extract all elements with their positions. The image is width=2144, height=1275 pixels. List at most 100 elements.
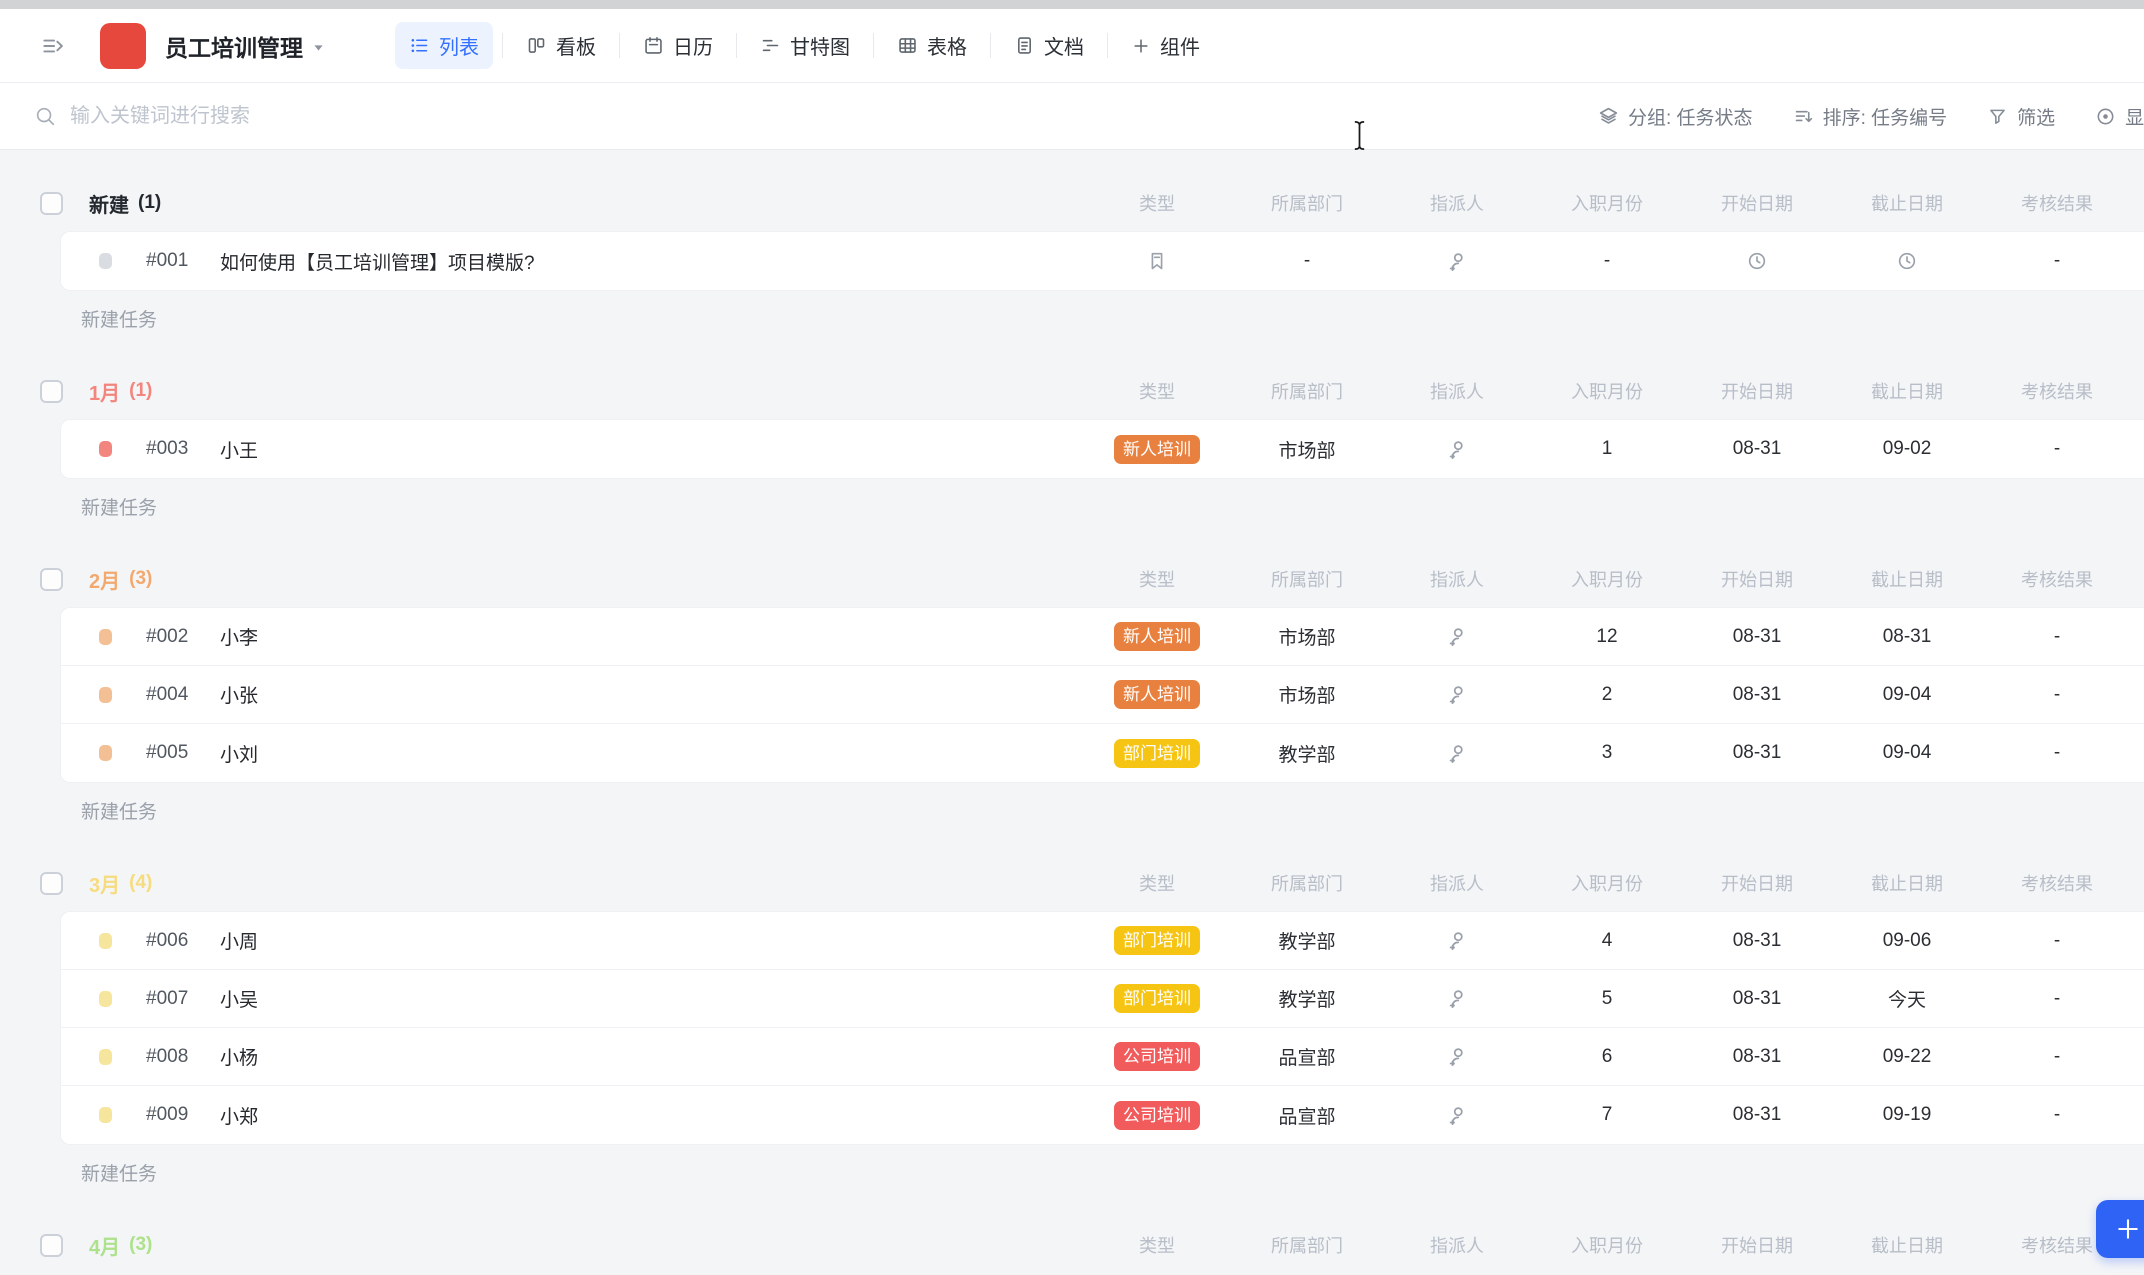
due-date-cell[interactable]: 09-04: [1832, 680, 1982, 709]
month-cell[interactable]: 2: [1532, 680, 1682, 709]
result-cell[interactable]: -: [1982, 622, 2132, 651]
due-date-cell[interactable]: 今天: [1832, 984, 1982, 1013]
view-controls: 分组: 任务状态 排序: 任务编号 筛选 显示: [1598, 83, 2144, 149]
task-title: 小周: [220, 927, 1082, 954]
department-cell[interactable]: 品宣部: [1232, 1101, 1382, 1130]
type-cell[interactable]: 新人培训: [1082, 680, 1232, 709]
type-cell[interactable]: 公司培训: [1082, 1042, 1232, 1071]
department-cell[interactable]: 教学部: [1232, 739, 1382, 768]
start-date-cell[interactable]: 08-31: [1682, 680, 1832, 709]
month-cell[interactable]: 7: [1532, 1101, 1682, 1130]
result-cell[interactable]: -: [1982, 250, 2132, 273]
department-cell[interactable]: 市场部: [1232, 622, 1382, 651]
type-cell[interactable]: 新人培训: [1082, 622, 1232, 651]
task-row[interactable]: #003 小王 新人培训市场部108-3109-02-: [61, 420, 2144, 478]
start-date-cell[interactable]: 08-31: [1682, 622, 1832, 651]
start-date-cell[interactable]: [1682, 250, 1832, 273]
result-cell[interactable]: -: [1982, 1042, 2132, 1071]
due-date-cell[interactable]: 09-19: [1832, 1101, 1982, 1130]
assignee-cell[interactable]: [1382, 622, 1532, 651]
month-cell[interactable]: 4: [1532, 926, 1682, 955]
status-dot: [99, 441, 112, 457]
type-cell[interactable]: 部门培训: [1082, 926, 1232, 955]
collapse-group-button[interactable]: [40, 872, 63, 895]
task-row[interactable]: #009 小郑 公司培训品宣部708-3109-19-: [61, 1086, 2144, 1144]
due-date-cell[interactable]: 08-31: [1832, 622, 1982, 651]
assignee-cell[interactable]: [1382, 250, 1532, 273]
due-date-cell[interactable]: 09-22: [1832, 1042, 1982, 1071]
due-date-cell[interactable]: 09-02: [1832, 435, 1982, 464]
task-id: #004: [146, 684, 204, 706]
task-row[interactable]: #005 小刘 部门培训教学部308-3109-04-: [61, 724, 2144, 782]
assignee-cell[interactable]: [1382, 1042, 1532, 1071]
collapse-group-button[interactable]: [40, 192, 63, 215]
result-cell[interactable]: -: [1982, 984, 2132, 1013]
assignee-cell[interactable]: [1382, 680, 1532, 709]
assignee-cell[interactable]: [1382, 739, 1532, 768]
due-date-cell[interactable]: 09-04: [1832, 739, 1982, 768]
task-row[interactable]: #007 小吴 部门培训教学部508-31今天-: [61, 970, 2144, 1028]
task-row[interactable]: #006 小周 部门培训教学部408-3109-06-: [61, 912, 2144, 970]
department-cell[interactable]: 教学部: [1232, 984, 1382, 1013]
month-cell[interactable]: -: [1532, 250, 1682, 273]
group-by-control[interactable]: 分组: 任务状态: [1598, 103, 1753, 130]
start-date-cell[interactable]: 08-31: [1682, 984, 1832, 1013]
collapse-group-button[interactable]: [40, 568, 63, 591]
department-cell[interactable]: -: [1232, 250, 1382, 273]
type-cell[interactable]: 新人培训: [1082, 435, 1232, 464]
task-row[interactable]: #001 如何使用【员工培训管理】项目模版? ---: [61, 232, 2144, 290]
assignee-cell[interactable]: [1382, 435, 1532, 464]
assignee-cell[interactable]: [1382, 984, 1532, 1013]
month-cell[interactable]: 1: [1532, 435, 1682, 464]
sidebar-toggle-icon[interactable]: [40, 33, 66, 59]
department-cell[interactable]: 市场部: [1232, 435, 1382, 464]
start-date-cell[interactable]: 08-31: [1682, 435, 1832, 464]
tab-doc[interactable]: 文档: [1000, 22, 1098, 69]
task-row[interactable]: #008 小杨 公司培训品宣部608-3109-22-: [61, 1028, 2144, 1086]
collapse-group-button[interactable]: [40, 1234, 63, 1257]
month-cell[interactable]: 3: [1532, 739, 1682, 768]
new-task-button[interactable]: 新建任务: [70, 797, 157, 823]
result-cell[interactable]: -: [1982, 926, 2132, 955]
new-task-button[interactable]: 新建任务: [70, 1159, 157, 1185]
department-cell[interactable]: 品宣部: [1232, 1042, 1382, 1071]
collapse-group-button[interactable]: [40, 380, 63, 403]
type-cell[interactable]: 部门培训: [1082, 984, 1232, 1013]
type-cell[interactable]: 公司培训: [1082, 1101, 1232, 1130]
due-date-cell[interactable]: [1832, 250, 1982, 273]
tab-table[interactable]: 表格: [883, 22, 981, 69]
type-cell[interactable]: 部门培训: [1082, 739, 1232, 768]
task-row[interactable]: #004 小张 新人培训市场部208-3109-04-: [61, 666, 2144, 724]
display-control[interactable]: 显示: [2095, 103, 2144, 130]
start-date-cell[interactable]: 08-31: [1682, 926, 1832, 955]
result-cell[interactable]: -: [1982, 435, 2132, 464]
type-cell[interactable]: [1082, 250, 1232, 273]
filter-control[interactable]: 筛选: [1987, 103, 2055, 130]
assignee-cell[interactable]: [1382, 926, 1532, 955]
department-cell[interactable]: 市场部: [1232, 680, 1382, 709]
department-cell[interactable]: 教学部: [1232, 926, 1382, 955]
start-date-cell[interactable]: 08-31: [1682, 1042, 1832, 1071]
tab-plus[interactable]: 组件: [1117, 22, 1214, 69]
month-cell[interactable]: 5: [1532, 984, 1682, 1013]
task-row[interactable]: #002 小李 新人培训市场部1208-3108-31-: [61, 608, 2144, 666]
start-date-cell[interactable]: 08-31: [1682, 739, 1832, 768]
tab-kanban[interactable]: 看板: [512, 22, 610, 69]
due-date-cell[interactable]: 09-06: [1832, 926, 1982, 955]
tab-gantt[interactable]: 甘特图: [746, 22, 864, 69]
result-cell[interactable]: -: [1982, 1101, 2132, 1130]
sort-by-control[interactable]: 排序: 任务编号: [1793, 103, 1948, 130]
new-task-button[interactable]: 新建任务: [70, 493, 157, 519]
create-task-fab[interactable]: [2096, 1200, 2144, 1258]
tab-calendar[interactable]: 日历: [629, 22, 727, 69]
search-input[interactable]: [70, 105, 920, 128]
month-cell[interactable]: 12: [1532, 622, 1682, 651]
start-date-cell[interactable]: 08-31: [1682, 1101, 1832, 1130]
result-cell[interactable]: -: [1982, 680, 2132, 709]
new-task-button[interactable]: 新建任务: [70, 305, 157, 331]
result-cell[interactable]: -: [1982, 739, 2132, 768]
project-title-dropdown[interactable]: 员工培训管理: [165, 29, 325, 63]
tab-list[interactable]: 列表: [395, 22, 493, 69]
assignee-cell[interactable]: [1382, 1101, 1532, 1130]
month-cell[interactable]: 6: [1532, 1042, 1682, 1071]
